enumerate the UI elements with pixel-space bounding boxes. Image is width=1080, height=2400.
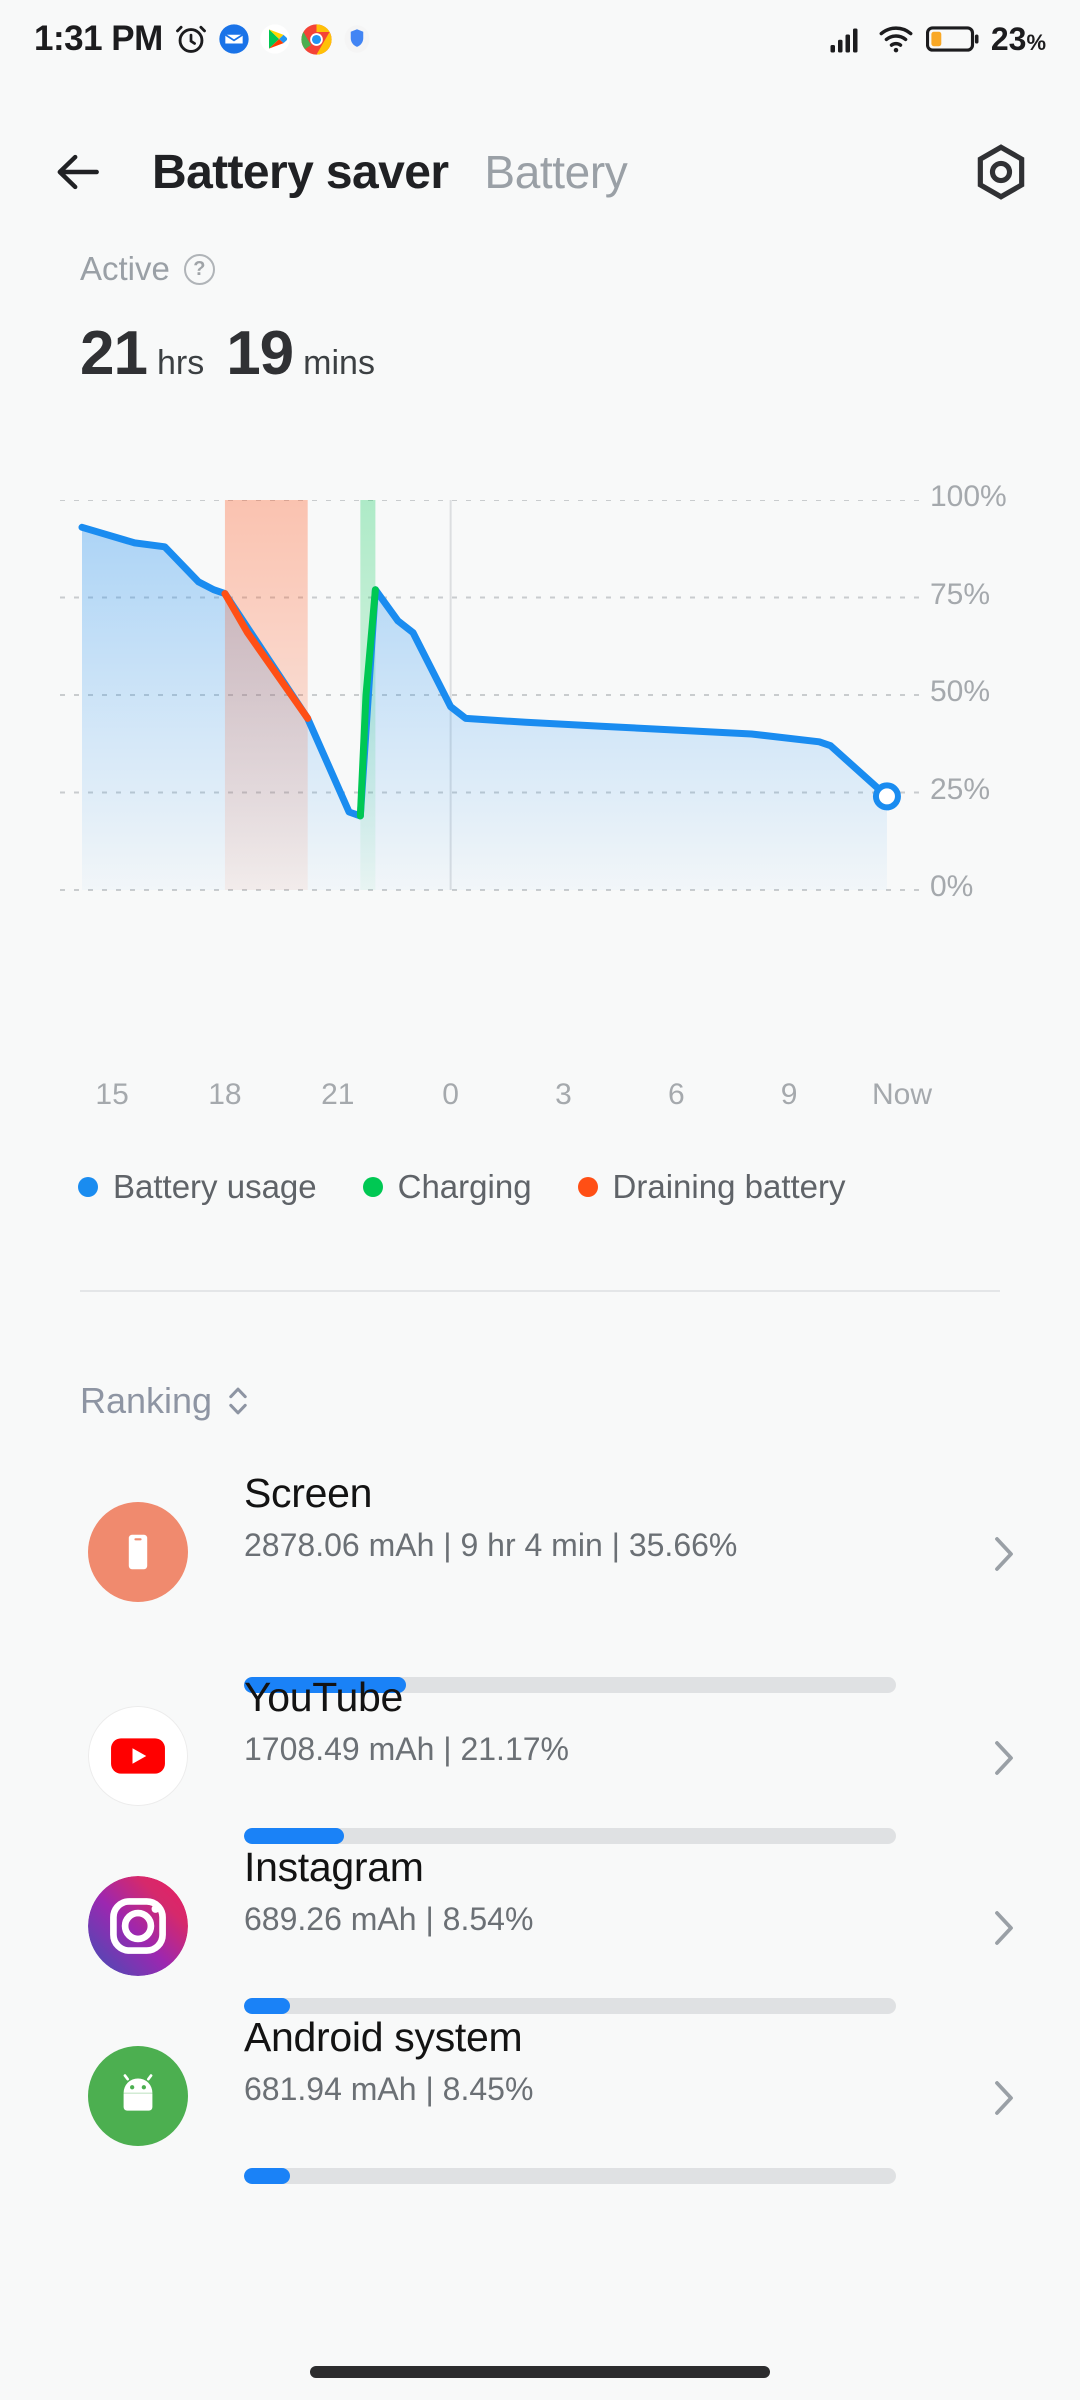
help-question-icon[interactable]: ? [183, 253, 215, 285]
saver-status-row: Active ? [80, 250, 215, 288]
legend-item: Battery usage [78, 1168, 317, 1206]
settings-hex-icon [970, 141, 1032, 203]
battery-chart-svg [60, 500, 924, 891]
app-info: YouTube 1708.49 mAh | 21.17% [244, 1674, 944, 1770]
chart-x-tick: 21 [321, 1078, 355, 1111]
app-info: Instagram 689.26 mAh | 8.54% [244, 1844, 944, 1940]
ranking-sort-control[interactable]: Ranking [80, 1380, 252, 1422]
saver-duration: 21 hrs 19 mins [80, 318, 375, 389]
app-usage-meta: 2878.06 mAh | 9 hr 4 min | 35.66% [244, 1527, 738, 1563]
android-robot-icon [88, 2046, 188, 2146]
ranking-label: Ranking [80, 1380, 213, 1421]
legend-label: Battery usage [113, 1168, 317, 1205]
chart-x-tick: 0 [442, 1078, 459, 1111]
security-shield-icon [342, 24, 372, 54]
app-usage-meta: 689.26 mAh | 8.54% [244, 1901, 534, 1937]
chart-y-tick: 100% [930, 480, 1007, 513]
chart-x-tick: 9 [780, 1078, 798, 1111]
alarm-icon [173, 21, 209, 57]
app-usage-progress-track [244, 1828, 896, 1844]
chart-x-tick: 15 [95, 1078, 129, 1111]
battery-percent-unit: % [1026, 29, 1046, 55]
app-usage-progress-fill [244, 2168, 290, 2184]
app-usage-progress-track [244, 2168, 896, 2184]
duration-hours-value: 21 [80, 319, 148, 388]
gesture-nav-bar[interactable] [310, 2366, 770, 2378]
legend-item: Draining battery [577, 1168, 846, 1206]
chrome-icon [300, 23, 333, 56]
app-name: Instagram [244, 1844, 424, 1890]
tab-battery[interactable]: Battery [484, 145, 627, 199]
duration-hours-unit: hrs [156, 344, 205, 382]
legend-color-dot [577, 1177, 598, 1197]
chart-y-tick: 50% [930, 675, 991, 708]
legend-item: Charging [362, 1168, 532, 1206]
section-divider [80, 1290, 1000, 1292]
gmail-icon [218, 23, 250, 55]
chevron-right-icon[interactable] [988, 1904, 1018, 1957]
status-bar: 1:31 PM 23% [0, 0, 1080, 78]
battery-saver-screen: 1:31 PM 23% Battery saver Battery Active… [0, 0, 1080, 2400]
sort-updown-icon [224, 1383, 252, 1419]
chevron-right-icon[interactable] [988, 1734, 1018, 1787]
status-bar-notification-icons [173, 21, 372, 57]
back-button[interactable] [46, 140, 110, 204]
cellular-signal-icon [828, 24, 866, 54]
app-name: Android system [244, 2014, 523, 2060]
status-bar-system-icons: 23% [828, 21, 1046, 58]
app-usage-progress-fill [244, 1998, 291, 2014]
chevron-right-icon[interactable] [988, 2074, 1018, 2127]
settings-button[interactable] [968, 139, 1034, 205]
legend-label: Charging [397, 1168, 532, 1205]
app-name: Screen [244, 1470, 373, 1516]
instagram-icon [88, 1876, 188, 1976]
chart-y-tick: 0% [930, 870, 974, 903]
duration-minutes-value: 19 [226, 319, 294, 388]
battery-percent-value: 23 [990, 20, 1027, 57]
duration-minutes-unit: mins [303, 344, 375, 382]
app-info: Screen 2878.06 mAh | 9 hr 4 min | 35.66% [244, 1470, 944, 1566]
legend-color-dot [78, 1177, 98, 1197]
app-usage-progress-fill [244, 1828, 345, 1844]
chart-x-tick: 18 [208, 1078, 242, 1111]
chart-x-tick: 3 [555, 1078, 572, 1111]
legend-label: Draining battery [612, 1168, 846, 1205]
app-header: Battery saver Battery [0, 118, 1080, 226]
wifi-icon [877, 24, 915, 54]
app-usage-meta: 681.94 mAh | 8.45% [244, 2071, 534, 2107]
back-arrow-icon [50, 144, 106, 200]
app-name: YouTube [244, 1674, 404, 1720]
chevron-right-icon[interactable] [988, 1530, 1018, 1583]
app-usage-meta: 1708.49 mAh | 21.17% [244, 1731, 569, 1767]
app-info: Android system 681.94 mAh | 8.45% [244, 2014, 944, 2110]
play-store-icon [259, 23, 291, 55]
youtube-icon [88, 1706, 188, 1806]
battery-history-chart [0, 500, 1080, 920]
battery-low-icon [925, 24, 980, 54]
screen-phone-icon [88, 1502, 188, 1602]
page-title: Battery saver [152, 145, 449, 199]
battery-percent-label: 23% [991, 21, 1046, 58]
chart-legend: Battery usage Charging Draining battery [78, 1168, 892, 1206]
chart-y-axis-labels: 100% 75% 50% 25% 0% [930, 480, 1070, 920]
app-usage-row[interactable]: Android system 681.94 mAh | 8.45% [0, 2014, 1080, 2228]
chart-x-tick: 6 [667, 1078, 685, 1111]
status-bar-clock: 1:31 PM [34, 19, 163, 58]
app-usage-progress-track [244, 1998, 896, 2014]
saver-status-label: Active [80, 250, 170, 287]
chart-y-tick: 25% [930, 772, 991, 806]
chart-x-axis-labels: 15 18 21 0 3 6 9 Now [0, 1078, 1080, 1128]
chart-y-tick: 75% [930, 577, 991, 611]
app-usage-row[interactable]: Screen 2878.06 mAh | 9 hr 4 min | 35.66% [0, 1460, 1080, 1693]
chart-x-tick: Now [871, 1078, 933, 1111]
legend-color-dot [362, 1177, 383, 1197]
